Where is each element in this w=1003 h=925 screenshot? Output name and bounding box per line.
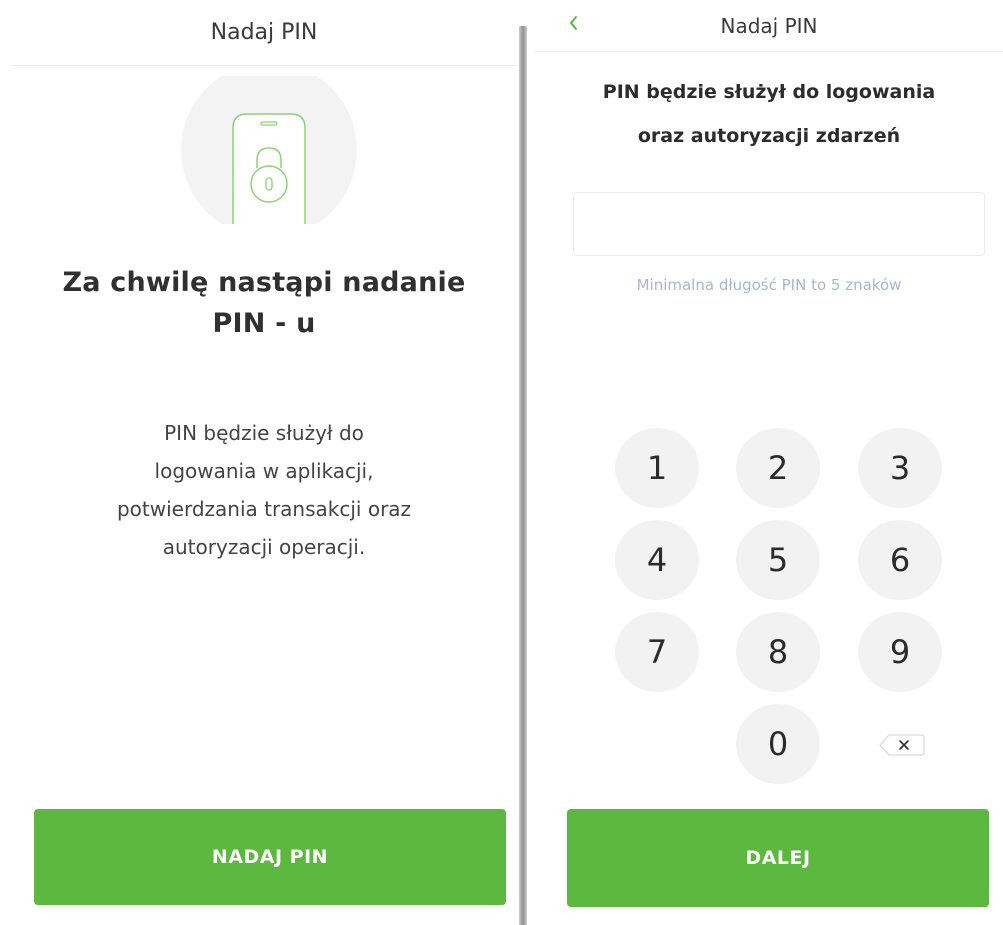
intro-description-line: potwierdzania transakcji oraz: [116, 497, 412, 521]
nadaj-pin-button[interactable]: NADAJ PIN: [34, 809, 506, 905]
intro-title-line: Za chwilę nastąpi nadanie: [62, 267, 466, 298]
pin-entry-header: Nadaj PIN: [535, 0, 1003, 52]
backspace-icon[interactable]: [877, 730, 927, 760]
intro-title: Za chwilę nastąpi nadanie PIN - u: [30, 262, 498, 344]
key-6[interactable]: 6: [858, 520, 942, 600]
key-1[interactable]: 1: [615, 428, 699, 508]
dalej-button[interactable]: DALEJ: [567, 809, 989, 907]
phone-lock-icon: [179, 62, 359, 238]
intro-title-line: PIN - u: [212, 308, 316, 339]
intro-header-title: Nadaj PIN: [210, 20, 318, 45]
pin-entry-screen: Nadaj PIN PIN będzie służył do logowania…: [535, 0, 1003, 925]
app-screens: Nadaj PIN Za chwilę nastąpi nadanie PIN …: [0, 0, 1003, 925]
pin-hint: Minimalna długość PIN to 5 znaków: [636, 276, 902, 294]
screen-divider: [519, 26, 527, 925]
intro-description-line: autoryzacji operacji.: [162, 535, 366, 559]
intro-screen: Nadaj PIN Za chwilę nastąpi nadanie PIN …: [10, 0, 518, 925]
pin-input[interactable]: [573, 192, 985, 256]
key-3[interactable]: 3: [858, 428, 942, 508]
key-0[interactable]: 0: [736, 704, 820, 784]
key-8[interactable]: 8: [736, 612, 820, 692]
pin-entry-title-line: PIN będzie służył do logowania: [602, 81, 936, 103]
intro-header: Nadaj PIN: [10, 0, 518, 66]
pin-entry-title-line: oraz autoryzacji zdarzeń: [637, 125, 901, 147]
chevron-left-icon[interactable]: [565, 12, 581, 34]
key-2[interactable]: 2: [736, 428, 820, 508]
intro-description-line: logowania w aplikacji,: [154, 459, 374, 483]
pin-entry-header-title: Nadaj PIN: [720, 14, 818, 38]
key-5[interactable]: 5: [736, 520, 820, 600]
intro-description-line: PIN będzie służył do: [164, 421, 364, 445]
intro-description: PIN będzie służył do logowania w aplikac…: [40, 414, 488, 566]
key-4[interactable]: 4: [615, 520, 699, 600]
pin-entry-title: PIN będzie służył do logowania oraz auto…: [555, 70, 983, 158]
key-7[interactable]: 7: [615, 612, 699, 692]
key-9[interactable]: 9: [858, 612, 942, 692]
